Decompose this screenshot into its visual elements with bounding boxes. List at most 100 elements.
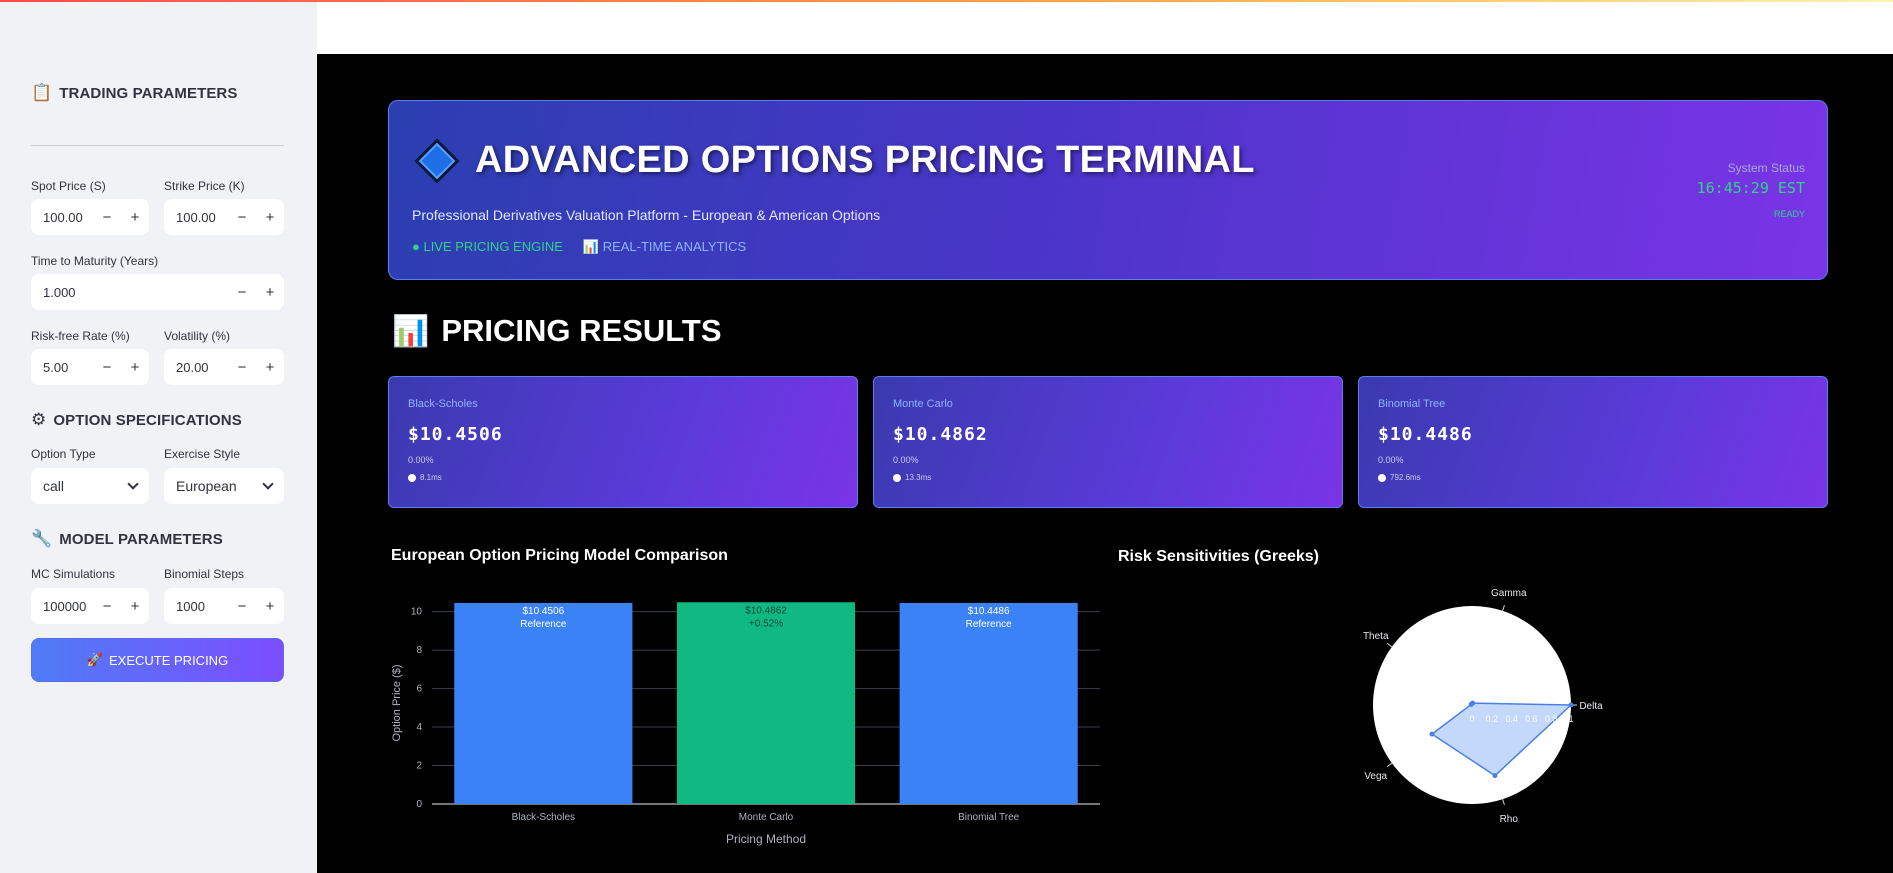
page-title: ADVANCED OPTIONS PRICING TERMINAL bbox=[475, 139, 1255, 181]
y-tick-label: 8 bbox=[416, 645, 422, 656]
bar-chart-title: European Option Pricing Model Comparison bbox=[391, 547, 728, 564]
option-type-select[interactable]: call bbox=[31, 468, 149, 504]
binomial-steps-decrement-button[interactable]: − bbox=[228, 588, 256, 624]
radar-axis-tick bbox=[1386, 642, 1393, 648]
bar-data-label: Reference bbox=[966, 619, 1013, 630]
mc-simulations-decrement-button[interactable]: − bbox=[93, 588, 121, 624]
spot-price-value[interactable]: 100.00 bbox=[31, 210, 93, 225]
radar-axis-label: Theta bbox=[1363, 631, 1389, 642]
bar-chart-icon: 📊 bbox=[392, 314, 430, 348]
radial-tick-label: 0.8 bbox=[1545, 714, 1558, 724]
radar-axis-tick bbox=[1386, 762, 1393, 768]
maturity-decrement-button[interactable]: − bbox=[228, 274, 256, 310]
result-card-percent: 0.00% bbox=[1378, 455, 1404, 465]
bar bbox=[454, 602, 633, 804]
trading-parameters-header: 📋 TRADING PARAMETERS bbox=[31, 83, 238, 102]
exercise-style-select[interactable]: European bbox=[164, 468, 284, 504]
volatility-label: Volatility (%) bbox=[164, 329, 231, 343]
risk-free-rate-value[interactable]: 5.00 bbox=[31, 360, 93, 375]
hero-tags: ● LIVE PRICING ENGINE 📊 REAL-TIME ANALYT… bbox=[412, 239, 746, 255]
volatility-input[interactable]: 20.00 − + bbox=[164, 349, 284, 385]
system-status-state: READY bbox=[1773, 209, 1805, 219]
realtime-analytics-badge: 📊 REAL-TIME ANALYTICS bbox=[583, 239, 746, 255]
header-bar bbox=[317, 0, 1893, 54]
result-card-price: $10.4486 bbox=[1378, 424, 1473, 445]
chevron-down-icon[interactable] bbox=[127, 478, 139, 490]
risk-free-rate-input[interactable]: 5.00 − + bbox=[31, 349, 149, 385]
radar-axis-label: Rho bbox=[1500, 814, 1519, 825]
maturity-increment-button[interactable]: + bbox=[256, 274, 284, 310]
radar-axis-tick bbox=[1502, 604, 1505, 611]
option-type-value[interactable]: call bbox=[43, 478, 64, 494]
result-card-black-scholes: Black-Scholes $10.4506 0.00% 8.1ms bbox=[388, 376, 858, 508]
result-card-name: Binomial Tree bbox=[1378, 398, 1446, 410]
stopwatch-icon bbox=[1378, 473, 1386, 482]
exercise-style-label: Exercise Style bbox=[164, 447, 241, 461]
binomial-steps-increment-button[interactable]: + bbox=[256, 588, 284, 624]
result-card-time: 13.3ms bbox=[893, 473, 1323, 482]
risk-free-rate-decrement-button[interactable]: − bbox=[93, 349, 121, 385]
binomial-steps-input[interactable]: 1000 − + bbox=[164, 588, 284, 624]
option-type-label: Option Type bbox=[31, 447, 96, 461]
risk-free-rate-label: Risk-free Rate (%) bbox=[31, 329, 130, 343]
system-status: System Status 16:45:29 EST READY bbox=[1697, 161, 1805, 219]
radar-axis-label: Vega bbox=[1364, 771, 1387, 782]
strike-price-input[interactable]: 100.00 − + bbox=[164, 199, 284, 235]
execute-pricing-button[interactable]: 🚀 EXECUTE PRICING bbox=[31, 638, 284, 682]
diamond-icon bbox=[414, 137, 460, 184]
volatility-value[interactable]: 20.00 bbox=[164, 360, 228, 375]
pricing-results-title: PRICING RESULTS bbox=[441, 313, 722, 348]
x-axis-label: Pricing Method bbox=[726, 832, 806, 846]
realtime-analytics-label: REAL-TIME ANALYTICS bbox=[602, 239, 747, 254]
maturity-input[interactable]: 1.000 − + bbox=[31, 274, 284, 310]
radar-chart: Delta Gamma Theta Vega Rho 0 0.2 0.4 0.6 0.8 1 bbox=[1363, 588, 1603, 825]
volatility-increment-button[interactable]: + bbox=[256, 349, 284, 385]
result-card-name: Monte Carlo bbox=[893, 398, 953, 410]
clipboard-icon: 📋 bbox=[31, 83, 53, 102]
mc-simulations-value[interactable]: 100000 bbox=[31, 599, 93, 614]
y-tick-label: 2 bbox=[416, 761, 422, 772]
result-card-percent: 0.00% bbox=[893, 455, 919, 465]
y-tick-label: 4 bbox=[416, 722, 422, 733]
x-tick-label: Black-Scholes bbox=[512, 812, 575, 823]
y-tick-label: 6 bbox=[416, 684, 422, 695]
chevron-down-icon[interactable] bbox=[262, 478, 274, 490]
stopwatch-icon bbox=[893, 473, 901, 482]
radial-tick-label: 0.2 bbox=[1486, 714, 1499, 724]
bar-data-label: $10.4506 bbox=[522, 606, 564, 617]
top-progress-line bbox=[0, 0, 1893, 2]
spot-price-input[interactable]: 100.00 − + bbox=[31, 199, 149, 235]
strike-price-increment-button[interactable]: + bbox=[256, 199, 284, 235]
radar-point bbox=[1468, 701, 1474, 707]
strike-price-value[interactable]: 100.00 bbox=[164, 210, 228, 225]
x-tick-label: Monte Carlo bbox=[739, 812, 794, 823]
binomial-steps-value[interactable]: 1000 bbox=[164, 599, 228, 614]
radar-point bbox=[1568, 702, 1574, 708]
sidebar: 📋 TRADING PARAMETERS Spot Price (S) 100.… bbox=[0, 0, 317, 873]
volatility-decrement-button[interactable]: − bbox=[228, 349, 256, 385]
maturity-value[interactable]: 1.000 bbox=[31, 285, 228, 300]
system-status-label: System Status bbox=[1727, 161, 1805, 175]
spot-price-label: Spot Price (S) bbox=[31, 179, 106, 193]
rocket-icon: 🚀 bbox=[86, 652, 103, 667]
bar-data-label: $10.4862 bbox=[745, 605, 787, 616]
radar-axis-label: Delta bbox=[1579, 701, 1603, 712]
radar-axis-tick bbox=[1502, 799, 1505, 806]
exercise-style-value[interactable]: European bbox=[176, 478, 237, 494]
risk-free-rate-increment-button[interactable]: + bbox=[121, 349, 149, 385]
execute-pricing-label: EXECUTE PRICING bbox=[109, 652, 229, 668]
radar-chart-title: Risk Sensitivities (Greeks) bbox=[1118, 548, 1319, 565]
mc-simulations-input[interactable]: 100000 − + bbox=[31, 588, 149, 624]
spot-price-increment-button[interactable]: + bbox=[121, 199, 149, 235]
bar bbox=[899, 602, 1078, 804]
strike-price-label: Strike Price (K) bbox=[164, 179, 245, 193]
hero-title: ADVANCED OPTIONS PRICING TERMINAL bbox=[414, 137, 1255, 184]
strike-price-decrement-button[interactable]: − bbox=[228, 199, 256, 235]
spot-price-decrement-button[interactable]: − bbox=[93, 199, 121, 235]
result-card-name: Black-Scholes bbox=[408, 398, 478, 410]
result-card-percent: 0.00% bbox=[408, 455, 434, 465]
mc-simulations-increment-button[interactable]: + bbox=[121, 588, 149, 624]
y-tick-label: 0 bbox=[416, 799, 422, 810]
result-card-price: $10.4506 bbox=[408, 424, 503, 445]
radar-point bbox=[1429, 731, 1435, 737]
